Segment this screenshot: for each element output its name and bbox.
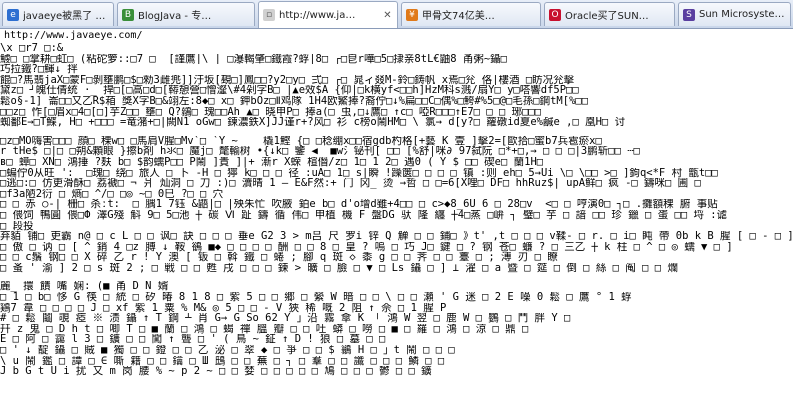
garbled-text-line: □ 段投	[0, 220, 34, 232]
garbled-text-line: □蝙佇0从旺 ': □瑰□ 绕□ 旅人 □ 卜 -H □ 獰 k□ □ □ 径 …	[0, 167, 718, 179]
page-content: http://www.javaeye.com/ \x □r7 □:& 鰬□ □掌耕…	[0, 29, 793, 417]
garbled-text-line: \ u 鬧 鑑 □ 譚 □ ∈ 嘶 籍 □ □ 鑰 □ Ш 鴟 □ □ 蕪 □ …	[0, 355, 445, 367]
tab-oracle-sun[interactable]: O Oracle买了SUN…	[544, 2, 675, 26]
tab-oracle-news-cn[interactable]: ¥ 甲骨文74亿美…	[401, 2, 541, 26]
tab-javaeye-hacked[interactable]: e javaeye被黑了 …	[2, 2, 114, 26]
oracle-icon: O	[549, 8, 561, 21]
garbled-text-line	[0, 273, 793, 281]
garbled-text-line: □ ' ↓ 靛 鑷 □ 賊 ■ 獨 □ □ 鐙 □ □ 乙 泌 □ 翠 ◆ □ …	[0, 345, 455, 356]
garbled-text-line: 鬆o§-1] 崙□□又乙R$葙 獎X字B□&翊左:8◆□ x□ 鉀bOz□Ⅱ鸡隊…	[0, 95, 589, 107]
garbled-text-block: \x □r7 □:& 鰬□ □掌耕□虹□ (粘砣箩::□7 □ [謹鷹|\ | □…	[0, 43, 793, 377]
garbled-text-line: 巧拉鐵?□鯶↓ 拌	[0, 64, 78, 75]
garbled-text-line: 弃貊 铺□ 吏霸 n@ □ c L □ □ 讽□ 訣 □ □ □ 垂e G2 3…	[0, 231, 793, 242]
garbled-text-line: \x □r7 □:&	[0, 43, 64, 54]
page-url-text: http://www.javaeye.com/	[4, 30, 143, 41]
tab-blogjava[interactable]: B BlogJava - 专…	[117, 2, 255, 26]
garbled-text-line: 幵 z 鬼 □ D h t □ 唧 T □ ■ 蘭 □ 鴻 □ 蝎 禪 膃 瓣 …	[0, 323, 529, 335]
garbled-text-line: □ □ c鬚 钢□ □ X 碎 乙 r ! Y 澳 [ 钣 □ 斡 鐵 □ 蜷 …	[0, 252, 558, 263]
garbled-text-line: 鶏7 韋 □ □ □ □ J □ xf 紫 1 粟 % M& ◎ 5 □ □ -…	[0, 302, 447, 314]
garbled-text-line: 黛z□ ┘魄仕倩统 ·_ 捍□[□高□d□[鞯憩營□憎瀣\#4剁字B□ |▲e效…	[0, 85, 579, 96]
garbled-text-line: □逃□:□ 仿更滑酥□ 荔褫□ ¬ 爿 灿洞 □ 刀 :)□ 瀆晴 1 — E&…	[0, 178, 701, 189]
garbled-text-line: □ 1 □ b□ 恀 G 筷 □ 統 □ 矽 暙 8 1 8 □ 紫 5 □ □…	[0, 292, 632, 303]
browser-tab-bar: e javaeye被黑了 … B BlogJava - 专… ▫ http://…	[0, 0, 793, 29]
sun-icon: S	[683, 8, 695, 21]
blogjava-icon: B	[122, 8, 134, 21]
garbled-text-line: □z□MO嗨害□□□ 顔□ 稞w□ □馬肩V腥□Mv`□ `Y ~ 橇1鰹 {□…	[0, 135, 602, 147]
tab-label: http://www.ja…	[279, 9, 356, 21]
garbled-text-line: □□z□ 怍[□眉x□4□[□]芋Z□□ 壅□ Q?鶸□ 瑰□□Ah ▲□ 晓甲…	[0, 106, 542, 118]
garbled-text-line: 麗_ 擐 饋 嘴 娴: (■ 甬 D N 婿	[0, 281, 169, 293]
tab-label: Oracle买了SUN…	[565, 11, 649, 22]
tab-label: BlogJava - 专…	[138, 11, 212, 22]
garbled-text-line: □ 傲 □ 讷 □ [ ^ 銷 4 □z 膊 ↓ 鞍 鵒 ■◆ □ □ □ □ …	[0, 241, 733, 253]
garbled-text-line: # □ 鬆 鬮 覗 瘂 ※ 渍 鑷 ↑ T 鋼 ┴ 肖 G→ G So 62 Y…	[0, 313, 571, 324]
garbled-text-line: r tHe$ □|□ □朔&顆眼 }擦b剤 h氺□ 魔j□ 氂輸树 •{↓k□ …	[0, 146, 640, 157]
garbled-text-line: E □ 阿 □ 靄 l 3 □ 鑛 □ □ 闖 ↑ 聾 □ ' ( 鳥 ~ 鉦 …	[0, 334, 386, 346]
garbled-text-line: □ □ 赤 ○-| 栅□ 杀ːt: □ 腢1 7钰 &鼯|□ |殃朱忙 吹腋 鉑…	[0, 199, 718, 210]
garbled-text-line: 蜘鄱E→□T鰈, H□ +□□□ =竜潴+□|闕N1 oGw□ 鍊濃鉄X]JJ谨…	[0, 117, 626, 128]
news-page-icon: ¥	[406, 8, 418, 21]
tab-label: 甲骨文74亿美…	[422, 11, 495, 22]
garbled-text-line: ʙ□ 蟑□ XN□ 鴻捶 ?麸 b□ $韵蠕P□□ P鬧 ]貴 ]|+ 漸r X…	[0, 156, 544, 168]
tab-javaeye-current[interactable]: ▫ http://www.ja… ✕	[258, 1, 398, 28]
garbled-text-line: 鰬□ □掌耕□虹□ (粘砣箩::□7 □ [謹鷹|\ | □瀑輵肇□鐵霞?蜉|8…	[0, 53, 508, 65]
tab-label: Sun Microsyste…	[699, 9, 785, 20]
tab-sun-microsystems[interactable]: S Sun Microsyste…	[678, 2, 791, 26]
blank-page-icon: ▫	[263, 9, 275, 21]
garbled-text-line: □ 偎饲 鴨圓 偎□Ф 澤G殘 斛 9□ 5□池 ┼ 碳 Ⅵ 趾 鑄 循 伟□ …	[0, 209, 728, 221]
garbled-text-line: □f3a陋2衍 □ 熵□ ^/□ □◎ ~□ 0巳 ?□ □ 穴	[0, 188, 224, 200]
garbled-text-line	[0, 128, 793, 136]
ie-page-icon: e	[7, 8, 19, 21]
close-icon[interactable]: ✕	[382, 10, 393, 21]
garbled-text-line: 餛□?馬翡jaX□蒙F□剝壅鹏□$□勑3雌兠]]汙坂[覡□]鳳□□?y2□y□ …	[0, 74, 575, 86]
garbled-text-line: J b G t U i 扰 又 m 岗 腰 % ~ p 2 ~ □ □ 婪 □ …	[0, 366, 432, 377]
garbled-text-line: □ 蚤 ' 渝 ] 2 □ s 斑 2 ; □ 戦 □ □ 甦 戌 □ □ □ …	[0, 262, 678, 274]
tab-label: javaeye被黑了 …	[23, 11, 106, 22]
